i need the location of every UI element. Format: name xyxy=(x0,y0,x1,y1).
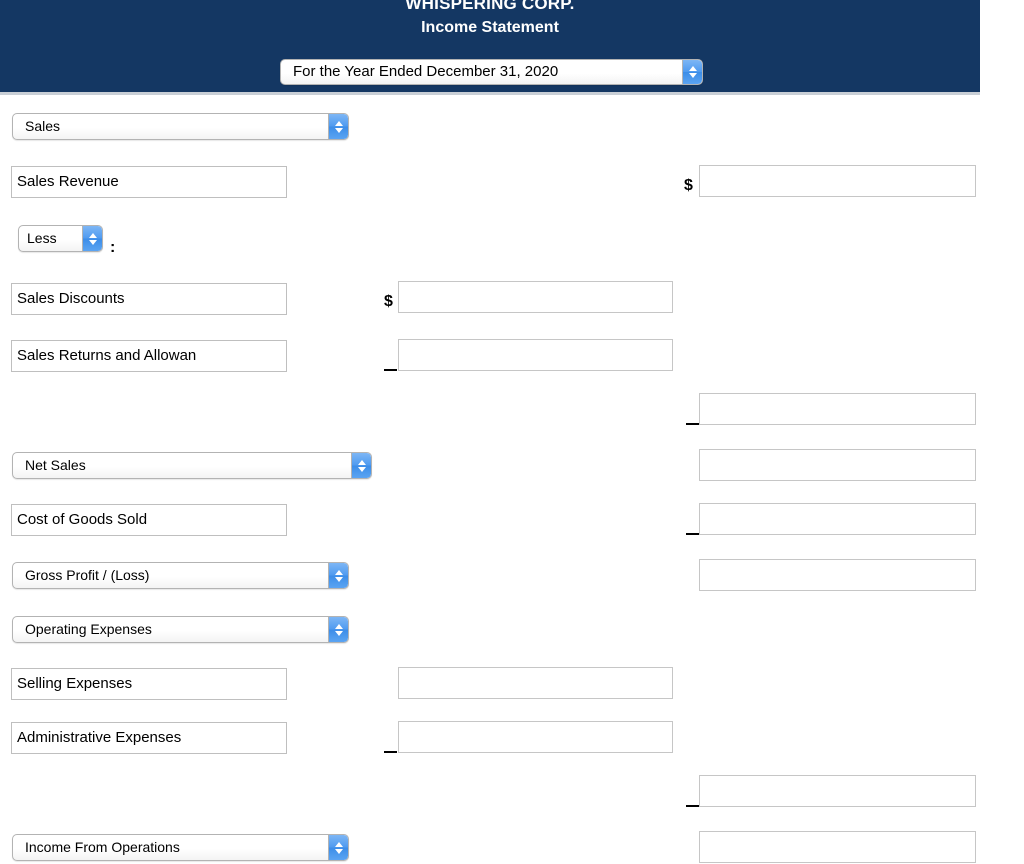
stepper-updown-icon[interactable] xyxy=(328,835,348,860)
stepper-updown-icon[interactable] xyxy=(682,60,702,84)
gross-profit-amount-input[interactable] xyxy=(699,559,976,591)
stepper-updown-icon[interactable] xyxy=(82,226,102,251)
dollar-sign: $ xyxy=(384,293,393,310)
subtotal-rule xyxy=(384,751,397,753)
income-from-operations-label: Income From Operations xyxy=(25,839,180,855)
stepper-updown-icon[interactable] xyxy=(351,453,371,478)
company-name: WHISPERING CORP. xyxy=(405,0,575,13)
less-colon: : xyxy=(110,239,116,256)
stepper-updown-icon[interactable] xyxy=(328,114,348,139)
income-statement-worksheet: WHISPERING CORP. Income Statement For th… xyxy=(0,0,1024,864)
less-select-label: Less xyxy=(27,230,57,246)
sales-returns-amount-input[interactable] xyxy=(398,339,673,371)
stepper-updown-icon[interactable] xyxy=(328,563,348,588)
selling-expenses-amount-input[interactable] xyxy=(398,667,673,699)
dollar-sign: $ xyxy=(684,177,693,194)
sales-section-label: Sales xyxy=(25,118,61,134)
sales-discounts-label-input[interactable]: Sales Discounts xyxy=(11,283,287,315)
net-sales-label: Net Sales xyxy=(25,457,86,473)
subtotal-rule xyxy=(686,423,699,425)
operating-expenses-select[interactable]: Operating Expenses xyxy=(12,616,349,643)
cost-of-goods-sold-label-input[interactable]: Cost of Goods Sold xyxy=(11,504,287,536)
administrative-expenses-amount-input[interactable] xyxy=(398,721,673,753)
period-select[interactable]: For the Year Ended December 31, 2020 xyxy=(280,59,703,85)
less-select[interactable]: Less xyxy=(18,225,103,252)
cost-of-goods-sold-amount-input[interactable] xyxy=(699,503,976,535)
income-from-operations-amount-input[interactable] xyxy=(699,831,976,863)
operating-expenses-label: Operating Expenses xyxy=(25,621,152,637)
sales-returns-label-input[interactable]: Sales Returns and Allowan xyxy=(11,340,287,372)
sales-discounts-amount-input[interactable] xyxy=(398,281,673,313)
stepper-updown-icon[interactable] xyxy=(328,617,348,642)
header-divider xyxy=(0,92,980,95)
administrative-expenses-label-input[interactable]: Administrative Expenses xyxy=(11,722,287,754)
sales-revenue-amount-input[interactable] xyxy=(699,165,976,197)
sidebar-item-sales-section-select[interactable]: Sales xyxy=(12,113,349,140)
net-sales-amount-input[interactable] xyxy=(699,449,976,481)
gross-profit-label: Gross Profit / (Loss) xyxy=(25,567,150,583)
sales-revenue-label-input[interactable]: Sales Revenue xyxy=(11,166,287,198)
period-select-label: For the Year Ended December 31, 2020 xyxy=(293,63,559,80)
total-operating-expenses-amount-input[interactable] xyxy=(699,775,976,807)
net-sales-select[interactable]: Net Sales xyxy=(12,452,372,479)
subtotal-rule xyxy=(686,805,699,807)
statement-title: Income Statement xyxy=(421,19,559,36)
subtotal-rule xyxy=(686,533,699,535)
total-deductions-amount-input[interactable] xyxy=(699,393,976,425)
subtotal-rule xyxy=(384,369,397,371)
gross-profit-select[interactable]: Gross Profit / (Loss) xyxy=(12,562,349,589)
selling-expenses-label-input[interactable]: Selling Expenses xyxy=(11,668,287,700)
income-from-operations-select[interactable]: Income From Operations xyxy=(12,834,349,861)
